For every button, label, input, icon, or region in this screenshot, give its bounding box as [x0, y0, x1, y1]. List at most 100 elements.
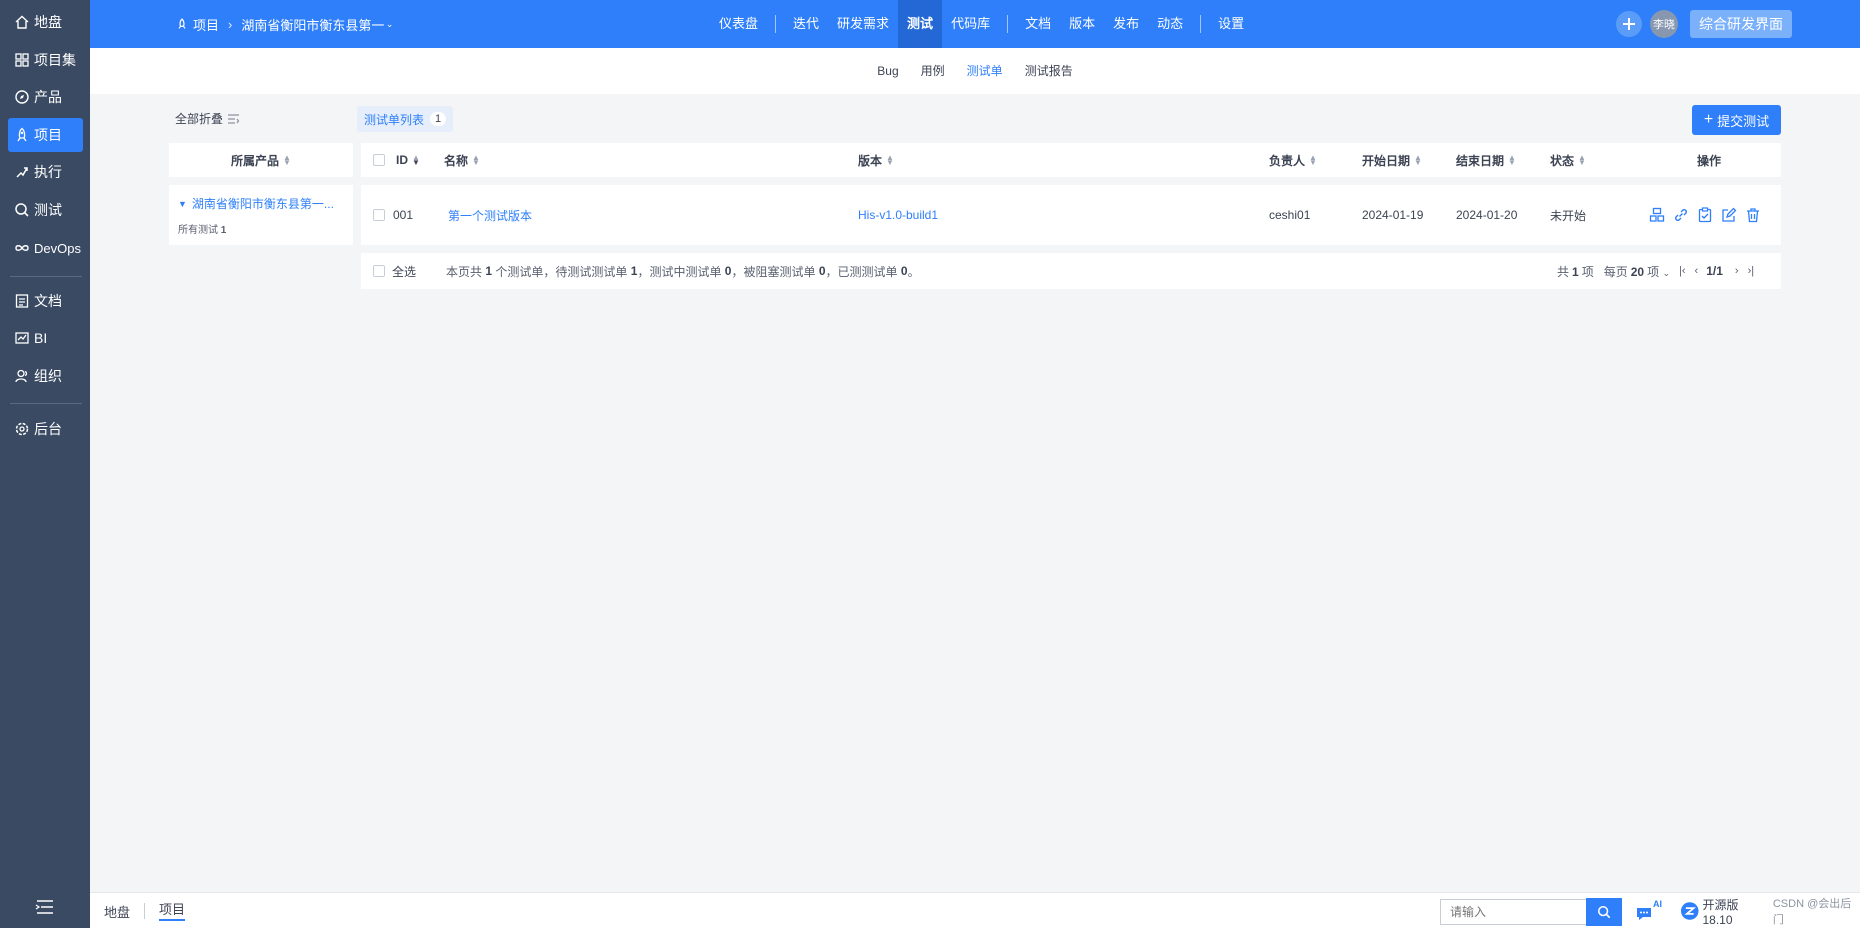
watermark-text: CSDN @会出后门 [1772, 898, 1852, 926]
project-selector[interactable]: 湖南省衡阳市衡东县第一人 ⌄ [241, 15, 393, 34]
avatar[interactable]: 李晓 [1650, 10, 1678, 38]
nav-dashboard[interactable]: 仪表盘 [710, 0, 767, 48]
rocket-icon [178, 18, 186, 29]
row-build-link[interactable]: His-v1.0-build1 [858, 208, 938, 222]
run-icon [16, 167, 28, 178]
sidebar-item-label: 后台 [34, 421, 62, 437]
sidebar-item-label: 地盘 [34, 14, 62, 30]
plus-icon [1623, 18, 1635, 30]
row-checkbox[interactable] [373, 209, 385, 221]
chevron-down-icon: ⌄ [385, 18, 394, 29]
nav-settings[interactable]: 设置 [1209, 0, 1253, 48]
select-all-header-checkbox[interactable] [373, 154, 385, 166]
menu-toggle-icon[interactable] [34, 898, 56, 916]
sidebar-item-devops[interactable]: DevOps [8, 231, 83, 265]
bottom-crumb-project[interactable]: 项目 [159, 901, 186, 921]
product-node-title: 湖南省衡阳市衡东县第一... [191, 197, 334, 211]
total-count: 共1项 [1557, 264, 1594, 279]
all-tests-count: 1 [220, 225, 227, 236]
col-name[interactable]: 名称 ▲ ▼ [444, 152, 480, 169]
breadcrumb-project[interactable]: 项目 [176, 15, 219, 34]
top-bar: 项目 › 湖南省衡阳市衡东县第一人 ⌄ 仪表盘 迭代 研发需求 测试 代码库 文… [90, 0, 1860, 48]
product-node-all-tests[interactable]: 所有测试 1 [178, 221, 353, 236]
version-info[interactable]: 开源版18.10 CSDN @会出后门 [1680, 893, 1860, 928]
bottom-crumb-dashboard[interactable]: 地盘 [104, 902, 130, 921]
nav-build[interactable]: 版本 [1060, 0, 1104, 48]
sidebar-divider [10, 403, 82, 404]
col-begin[interactable]: 开始日期 ▲ ▼ [1362, 152, 1422, 169]
nav-release[interactable]: 发布 [1104, 0, 1148, 48]
caret-down-icon: ⌄ [1662, 267, 1670, 278]
nav-iteration[interactable]: 迭代 [784, 0, 828, 48]
nav-repo[interactable]: 代码库 [942, 0, 999, 48]
row-name-link[interactable]: 第一个测试版本 [448, 207, 532, 224]
subnav-bug[interactable]: Bug [877, 48, 898, 94]
rocket-icon [17, 127, 27, 142]
next-page-icon[interactable]: › [1735, 265, 1739, 277]
collapse-all-button[interactable]: 全部折叠 [175, 110, 240, 127]
sidebar-item-program[interactable]: 项目集 [8, 43, 83, 77]
select-all-checkbox[interactable]: 全选 [373, 263, 416, 280]
sidebar-item-label: 组织 [34, 368, 62, 384]
last-page-icon[interactable]: ›| [1748, 265, 1755, 277]
col-id[interactable]: ID ▲ ▼ [396, 153, 420, 167]
subnav-case[interactable]: 用例 [921, 48, 945, 94]
sub-nav: Bug 用例 测试单 测试报告 [90, 48, 1860, 94]
linkcase-icon[interactable] [1646, 204, 1668, 226]
collapse-icon [228, 113, 240, 124]
col-build[interactable]: 版本 ▲ ▼ [858, 152, 894, 169]
sidebar-item-product[interactable]: 产品 [8, 80, 83, 114]
row-status: 未开始 [1550, 208, 1587, 223]
per-page-selector[interactable]: 每页 20 项 ⌄ [1604, 263, 1670, 280]
collapse-all-label: 全部折叠 [175, 112, 224, 126]
view-switch-button[interactable]: 综合研发界面 [1690, 10, 1792, 38]
nav-dynamic[interactable]: 动态 [1148, 0, 1192, 48]
search-button[interactable] [1586, 898, 1622, 926]
subnav-report[interactable]: 测试报告 [1025, 48, 1073, 94]
tab-testtask-list[interactable]: 测试单列表 1 [357, 106, 454, 132]
search-input[interactable] [1440, 899, 1586, 925]
infinity-icon [15, 245, 29, 251]
sidebar-item-project[interactable]: 项目 [8, 118, 83, 152]
run-test-icon[interactable] [1694, 204, 1716, 226]
row-owner: ceshi01 [1269, 208, 1311, 222]
table-row[interactable]: 001 第一个测试版本 His-v1.0-build1 ceshi01 2024… [361, 185, 1781, 245]
product-tree-node[interactable]: ▼ 湖南省衡阳市衡东县第一... 所有测试 1 [169, 185, 353, 236]
sidebar-item-doc[interactable]: 文档 [8, 284, 83, 318]
sidebar-item-bi[interactable]: BI [8, 321, 83, 355]
table-summary: 本页共 1 个测试单，待测试测试单 1 ，测试中测试单 0 ，被阻塞测试单 0 ，已测… [446, 264, 920, 279]
sidebar-item-execution[interactable]: 执行 [8, 155, 83, 189]
ai-chat-button[interactable]: AI [1635, 899, 1665, 923]
nav-test[interactable]: 测试 [898, 0, 943, 48]
nav-story[interactable]: 研发需求 [828, 0, 898, 48]
tab-label: 测试单列表 [364, 112, 425, 127]
sort-icon: ▲ ▼ [1414, 153, 1422, 167]
col-actions: 操作 [1697, 153, 1722, 168]
link-icon[interactable] [1670, 204, 1692, 226]
trash-icon[interactable] [1742, 204, 1764, 226]
sidebar-item-dashboard[interactable]: 地盘 [8, 5, 83, 39]
col-id-label: ID [396, 153, 408, 167]
first-page-icon[interactable]: |‹ [1679, 265, 1686, 277]
sidebar-item-org[interactable]: 组织 [8, 359, 83, 393]
col-end[interactable]: 结束日期 ▲ ▼ [1456, 152, 1516, 169]
table-footer: 全选 本页共 1 个测试单，待测试测试单 1 ，测试中测试单 0 ，被阻塞测试单 0… [361, 253, 1781, 289]
prev-page-icon[interactable]: ‹ [1695, 265, 1699, 277]
version-label: 开源版18.10 [1702, 897, 1739, 927]
col-status[interactable]: 状态 ▲ ▼ [1550, 152, 1586, 169]
sidebar-item-test[interactable]: 测试 [8, 193, 83, 227]
submit-test-button[interactable]: + 提交测试 [1692, 105, 1781, 135]
sort-icon: ▲ ▼ [472, 153, 480, 167]
select-all-label: 全选 [392, 264, 417, 279]
nav-divider [775, 15, 777, 33]
col-owner-label: 负责人 [1269, 153, 1306, 168]
subnav-testtask[interactable]: 测试单 [967, 48, 1003, 94]
col-owner[interactable]: 负责人 ▲ ▼ [1269, 152, 1317, 169]
nav-doc[interactable]: 文档 [1016, 0, 1060, 48]
sort-icon: ▲ ▼ [886, 153, 894, 167]
product-tree-header[interactable]: 所属产品 ▲ ▼ [169, 143, 353, 185]
quick-create-button[interactable] [1616, 11, 1642, 37]
edit-icon[interactable] [1718, 204, 1740, 226]
sidebar-item-label: 文档 [34, 293, 62, 309]
sidebar-item-admin[interactable]: 后台 [8, 412, 83, 446]
